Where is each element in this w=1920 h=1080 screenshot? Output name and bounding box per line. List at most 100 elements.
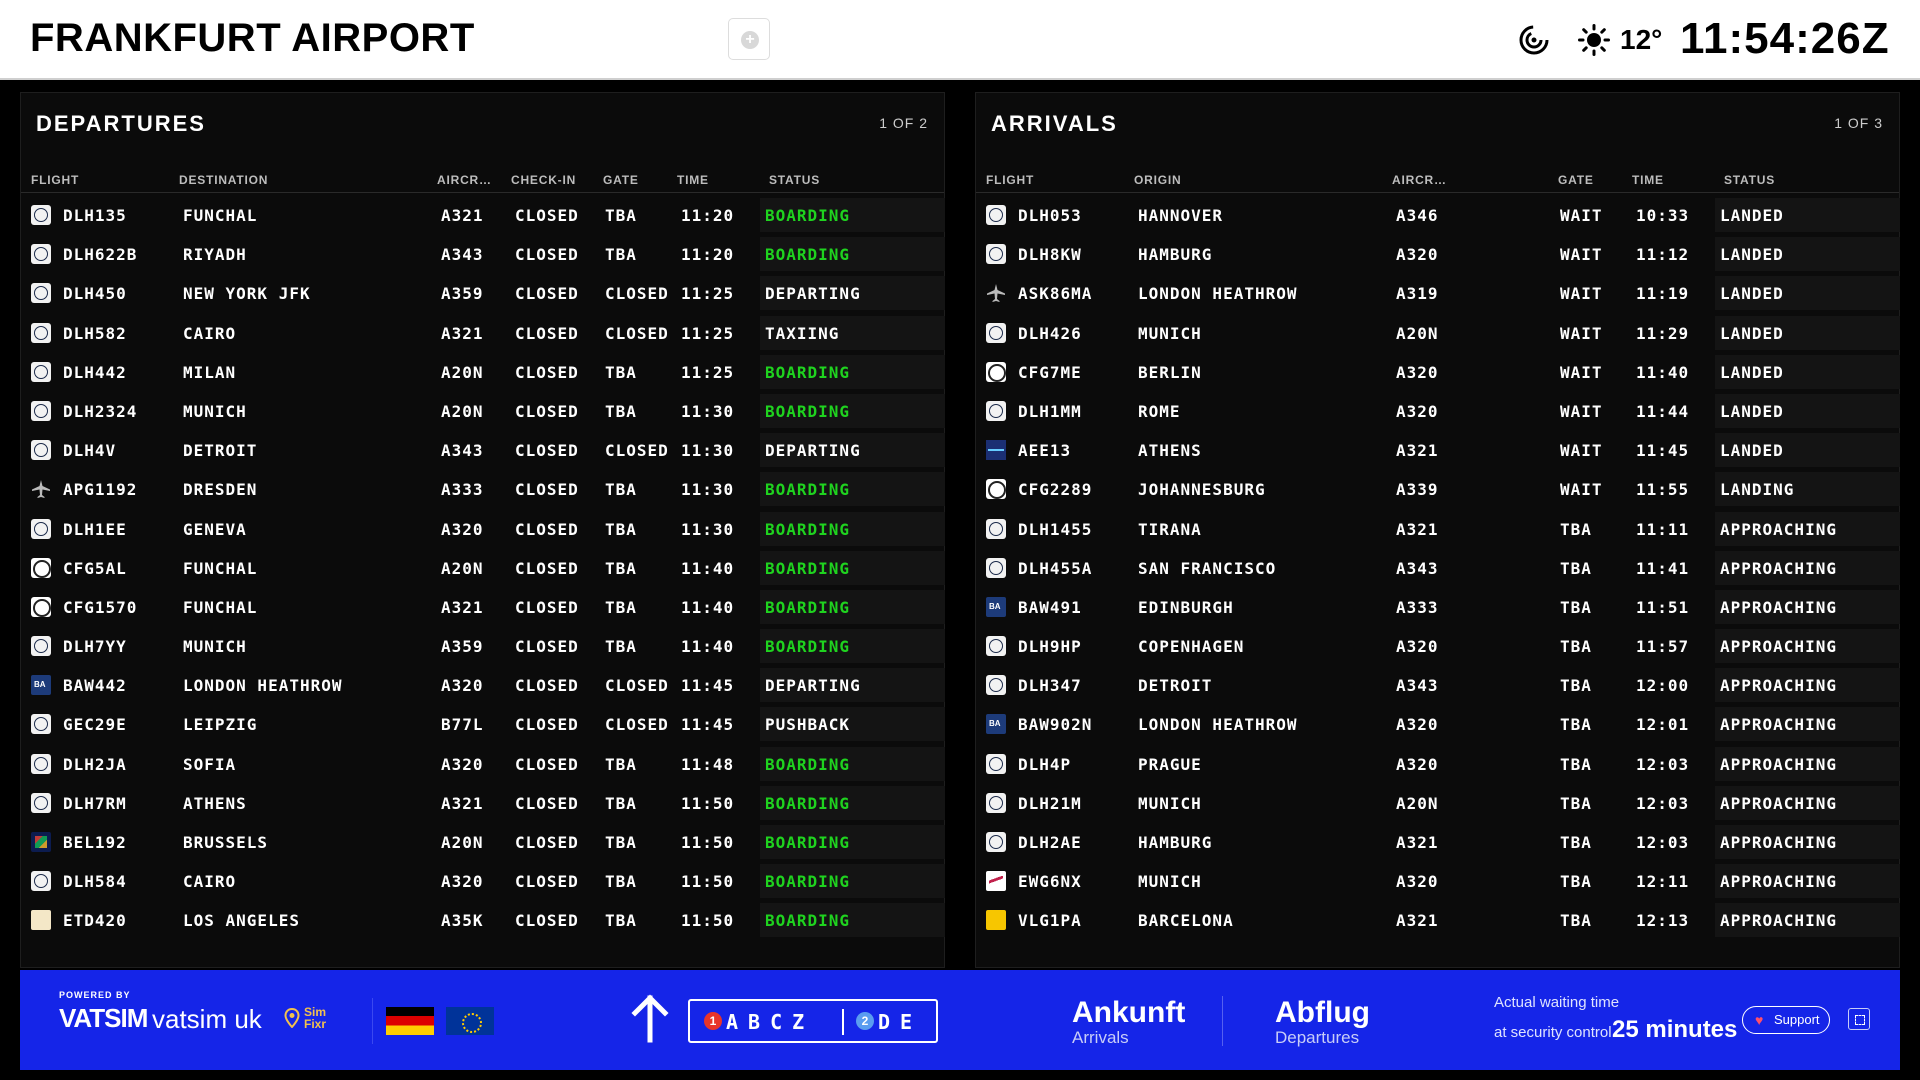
flight-number: DLH442 xyxy=(63,362,127,382)
support-button[interactable]: ♥ Support xyxy=(1742,1006,1830,1034)
flight-row[interactable]: CFG5AL FUNCHAL A20N CLOSED TBA 11:40 BOARDING xyxy=(21,548,945,587)
flight-row[interactable]: EWG6NX MUNICH A320 TBA 12:11 APPROACHING xyxy=(976,861,1900,900)
origin: SAN FRANCISCO xyxy=(1138,558,1277,578)
arrivals-header: ARRIVALS 1 OF 3 xyxy=(976,93,1899,149)
flight-row[interactable]: DLH053 HANNOVER A346 WAIT 10:33 LANDED xyxy=(976,195,1900,234)
scheduled-time: 11:41 xyxy=(1636,558,1690,578)
german-flag-button[interactable] xyxy=(386,1007,434,1035)
arrivals-column-headers: FLIGHT ORIGIN AIRCR… GATE TIME STATUS xyxy=(976,165,1899,193)
checkin-status: CLOSED xyxy=(515,441,579,461)
flight-row[interactable]: DLH2JA SOFIA A320 CLOSED TBA 11:48 BOARDING xyxy=(21,744,945,783)
flight-row[interactable]: DLH7YY MUNICH A359 CLOSED TBA 11:40 BOARDING xyxy=(21,626,945,665)
flight-status: BOARDING xyxy=(765,597,851,617)
flight-status: APPROACHING xyxy=(1720,676,1837,696)
flight-row[interactable]: DLH622B RIYADH A343 CLOSED TBA 11:20 BOARDING xyxy=(21,234,945,273)
destination: CAIRO xyxy=(183,323,237,343)
status-cell: LANDED xyxy=(1715,276,1900,311)
gate: CLOSED xyxy=(605,676,669,696)
flight-row[interactable]: DLH7RM ATHENS A321 CLOSED TBA 11:50 BOARDING xyxy=(21,783,945,822)
flight-row[interactable]: DLH21M MUNICH A20N TBA 12:03 APPROACHING xyxy=(976,783,1900,822)
flight-status: APPROACHING xyxy=(1720,558,1837,578)
add-board-button[interactable]: + xyxy=(728,18,770,60)
scheduled-time: 11:20 xyxy=(681,245,735,265)
col-destination: DESTINATION xyxy=(179,173,269,187)
flight-row[interactable]: DLH582 CAIRO A321 CLOSED CLOSED 11:25 TAXIING xyxy=(21,313,945,352)
fullscreen-icon[interactable] xyxy=(1848,1008,1870,1030)
arrivals-switch-de[interactable]: Ankunft xyxy=(1072,996,1185,1030)
departures-switch-en[interactable]: Departures xyxy=(1275,1028,1359,1048)
flight-row[interactable]: BEL192 BRUSSELS A20N CLOSED TBA 11:50 BOARDING xyxy=(21,822,945,861)
flight-number: CFG5AL xyxy=(63,558,127,578)
scheduled-time: 12:03 xyxy=(1636,754,1690,774)
departures-switch-de[interactable]: Abflug xyxy=(1275,996,1370,1030)
flight-row[interactable]: DLH135 FUNCHAL A321 CLOSED TBA 11:20 BOARDING xyxy=(21,195,945,234)
flight-status: LANDED xyxy=(1720,401,1784,421)
checkin-status: CLOSED xyxy=(515,793,579,813)
status-cell: LANDED xyxy=(1715,315,1900,350)
gate: CLOSED xyxy=(605,715,669,735)
page-title: FRANKFURT AIRPORT xyxy=(30,16,475,60)
flight-row[interactable]: DLH1EE GENEVA A320 CLOSED TBA 11:30 BOARDING xyxy=(21,509,945,548)
origin: EDINBURGH xyxy=(1138,597,1234,617)
flight-row[interactable]: DLH9HP COPENHAGEN A320 TBA 11:57 APPROACHING xyxy=(976,626,1900,665)
flight-row[interactable]: DLH1MM ROME A320 WAIT 11:44 LANDED xyxy=(976,391,1900,430)
scheduled-time: 11:25 xyxy=(681,323,735,343)
aircraft-type: A321 xyxy=(1396,911,1439,931)
flight-status: BOARDING xyxy=(765,911,851,931)
flight-row[interactable]: BAW491 EDINBURGH A333 TBA 11:51 APPROACHING xyxy=(976,587,1900,626)
flight-row[interactable]: DLH4P PRAGUE A320 TBA 12:03 APPROACHING xyxy=(976,744,1900,783)
flight-row[interactable]: GEC29E LEIPZIG B77L CLOSED CLOSED 11:45 PUSHBA… xyxy=(21,704,945,743)
arrivals-switch-en[interactable]: Arrivals xyxy=(1072,1028,1129,1048)
flight-number: DLH426 xyxy=(1018,323,1082,343)
flight-status: BOARDING xyxy=(765,793,851,813)
flight-row[interactable]: CFG1570 FUNCHAL A321 CLOSED TBA 11:40 BOARDING xyxy=(21,587,945,626)
flight-status: APPROACHING xyxy=(1720,833,1837,852)
flight-row[interactable]: DLH347 DETROIT A343 TBA 12:00 APPROACHING xyxy=(976,665,1900,704)
scheduled-time: 11:57 xyxy=(1636,637,1690,657)
flight-row[interactable]: DLH584 CAIRO A320 CLOSED TBA 11:50 BOARDING xyxy=(21,861,945,900)
flight-row[interactable]: CFG2289 JOHANNESBURG A339 WAIT 11:55 LANDING xyxy=(976,469,1900,508)
flight-row[interactable]: DLH4V DETROIT A343 CLOSED CLOSED 11:30 DEPARTI… xyxy=(21,430,945,469)
eu-flag-button[interactable] xyxy=(446,1007,494,1035)
flight-row[interactable]: APG1192 DRESDEN A333 CLOSED TBA 11:30 BOARDING xyxy=(21,469,945,508)
gate: TBA xyxy=(605,558,637,578)
origin: MUNICH xyxy=(1138,323,1202,343)
status-cell: LANDED xyxy=(1715,433,1900,468)
status-cell: BOARDING xyxy=(760,629,945,664)
aircraft-type: A320 xyxy=(1396,754,1439,774)
gate: WAIT xyxy=(1560,245,1603,265)
radar-icon[interactable] xyxy=(1518,24,1550,56)
flight-row[interactable]: DLH2324 MUNICH A20N CLOSED TBA 11:30 BOARDING xyxy=(21,391,945,430)
vatsim-logo[interactable]: VATSIM xyxy=(59,1003,148,1034)
vatsim-uk-logo[interactable]: vatsim uk xyxy=(152,1004,262,1035)
divider xyxy=(1222,996,1223,1046)
flight-number: VLG1PA xyxy=(1018,911,1082,931)
flight-number: BAW442 xyxy=(63,676,127,696)
flight-row[interactable]: DLH426 MUNICH A20N WAIT 11:29 LANDED xyxy=(976,313,1900,352)
flight-number: DLH053 xyxy=(1018,206,1082,225)
flight-row[interactable]: BAW902N LONDON HEATHROW A320 TBA 12:01 APPROA… xyxy=(976,704,1900,743)
flight-number: EWG6NX xyxy=(1018,872,1082,892)
flight-status: BOARDING xyxy=(765,872,851,892)
col-time: TIME xyxy=(1632,173,1664,187)
gate: TBA xyxy=(605,362,637,382)
flight-row[interactable]: DLH455A SAN FRANCISCO A343 TBA 11:41 APPROACH… xyxy=(976,548,1900,587)
flight-number: CFG2289 xyxy=(1018,480,1093,500)
gate: CLOSED xyxy=(605,284,669,304)
flight-row[interactable]: DLH1455 TIRANA A321 TBA 11:11 APPROACHING xyxy=(976,509,1900,548)
origin: LONDON HEATHROW xyxy=(1138,284,1298,304)
flight-row[interactable]: DLH2AE HAMBURG A321 TBA 12:03 APPROACHING xyxy=(976,822,1900,861)
simfixr-logo[interactable]: Sim Fixr xyxy=(304,1006,326,1030)
flight-row[interactable]: BAW442 LONDON HEATHROW A320 CLOSED CLOSED 11:… xyxy=(21,665,945,704)
flight-row[interactable]: CFG7ME BERLIN A320 WAIT 11:40 LANDED xyxy=(976,352,1900,391)
lufthansa-logo-icon xyxy=(986,675,1006,696)
flight-row[interactable]: ASK86MA LONDON HEATHROW A319 WAIT 11:19 LANDE… xyxy=(976,273,1900,312)
flight-number: DLH2JA xyxy=(63,754,127,774)
flight-row[interactable]: AEE13 ATHENS A321 WAIT 11:45 LANDED xyxy=(976,430,1900,469)
flight-row[interactable]: ETD420 LOS ANGELES A35K CLOSED TBA 11:50 BOARD… xyxy=(21,900,945,939)
flight-row[interactable]: DLH450 NEW YORK JFK A359 CLOSED CLOSED 11:25 D… xyxy=(21,273,945,312)
flight-row[interactable]: DLH442 MILAN A20N CLOSED TBA 11:25 BOARDING xyxy=(21,352,945,391)
flight-row[interactable]: VLG1PA BARCELONA A321 TBA 12:13 APPROACHING xyxy=(976,900,1900,939)
flight-row[interactable]: DLH8KW HAMBURG A320 WAIT 11:12 LANDED xyxy=(976,234,1900,273)
scheduled-time: 11:30 xyxy=(681,401,735,421)
